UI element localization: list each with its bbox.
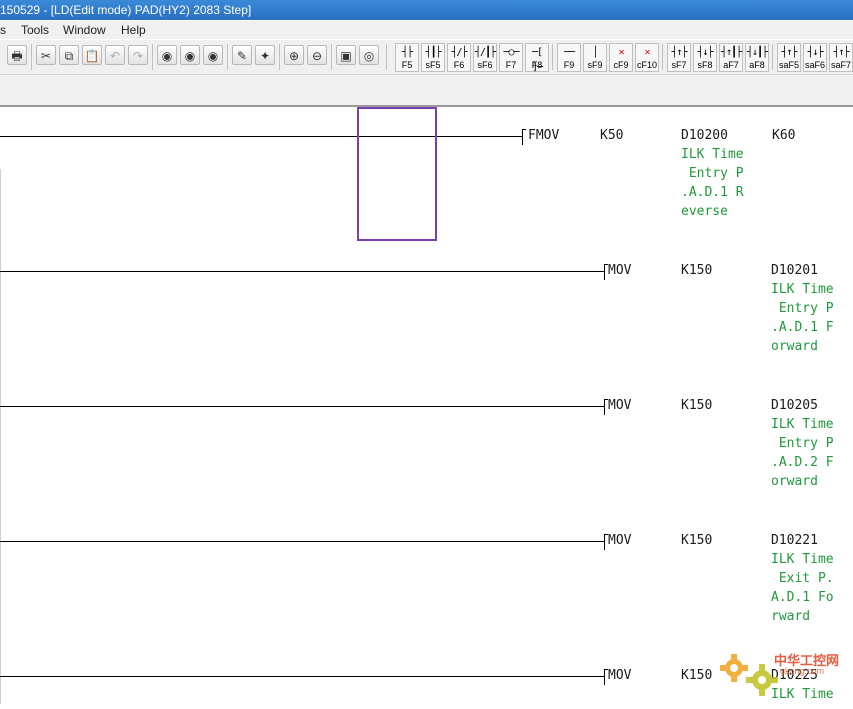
device-comment-line: .A.D.2 F — [771, 455, 834, 470]
toolbar-separator — [279, 44, 280, 70]
fkey-rising-pulse-branch[interactable]: ┤↑┃├ aF7 — [719, 43, 743, 72]
rung-line — [0, 406, 605, 407]
operand: K150 — [681, 263, 713, 278]
menu-item-partial[interactable]: s — [0, 21, 6, 39]
device-comment-line: orward — [771, 474, 818, 489]
window-title: 150529 - [LD(Edit mode) PAD(HY2) 2083 St… — [0, 3, 252, 17]
fkey-coil[interactable]: ─○─ F7 — [499, 43, 523, 72]
operand: K60 — [772, 128, 796, 143]
fkey-rising-pulse-closed-branch[interactable]: ┤↑├ saF7 — [829, 43, 853, 72]
device-operand: D10221 — [771, 533, 818, 548]
device-operand: D10205 — [771, 398, 818, 413]
fkey-falling-pulse-closed[interactable]: ┤↓├ saF6 — [803, 43, 827, 72]
fkey-delete-vertical[interactable]: ✕ cF10 — [635, 43, 659, 72]
print-icon[interactable]: 🖶 — [7, 45, 27, 65]
fkey-vertical-line[interactable]: │ sF9 — [583, 43, 607, 72]
toolbar-separator — [227, 44, 228, 70]
menu-bar: s Tools Window Help — [0, 21, 853, 39]
device-comment-line: Entry P — [681, 166, 744, 181]
device-comment-line: Exit P. — [771, 571, 834, 586]
fkey-delete-horizontal[interactable]: ✕ cF9 — [609, 43, 633, 72]
fkey-open-branch[interactable]: ┤┃├ sF5 — [421, 43, 445, 72]
cut-icon[interactable]: ✂ — [36, 45, 56, 65]
fkey-instruction[interactable]: ─[ ]─ F8 — [525, 43, 549, 73]
operand: K150 — [681, 398, 713, 413]
redo-icon[interactable]: ↷ — [128, 45, 148, 65]
device-comment-line: orward — [771, 339, 818, 354]
device-operand: D10201 — [771, 263, 818, 278]
operand: K150 — [681, 533, 713, 548]
instruction-search-icon[interactable]: ◉ — [180, 45, 200, 65]
toolbar-separator — [152, 44, 153, 70]
instruction-name: MOV — [608, 398, 632, 413]
instruction-name: MOV — [608, 533, 632, 548]
toolbar-separator — [772, 44, 773, 70]
menu-item-help[interactable]: Help — [121, 21, 146, 39]
device-comment-line: ILK Time — [771, 282, 834, 297]
device-operand: D10200 — [681, 128, 728, 143]
operand: K150 — [681, 668, 713, 683]
device-comment-line: .A.D.1 F — [771, 320, 834, 335]
toolbar-separator — [331, 44, 332, 70]
fkey-rising-pulse[interactable]: ┤↑├ sF7 — [667, 43, 691, 72]
rung-line — [0, 676, 605, 677]
device-comment-line: ILK Time — [771, 552, 834, 567]
fkey-open-contact[interactable]: ┤├ F5 — [395, 43, 419, 72]
write-icon[interactable]: ✎ — [232, 45, 252, 65]
device-comment-line: rward — [771, 609, 811, 624]
rung-line — [0, 136, 523, 137]
zoom-in-icon[interactable]: ⊕ — [284, 45, 304, 65]
rung-line — [0, 271, 605, 272]
contact-search-icon[interactable]: ◉ — [203, 45, 223, 65]
fkey-rising-pulse-closed[interactable]: ┤↑├ saF5 — [777, 43, 801, 72]
operand: K50 — [600, 128, 624, 143]
monitor-icon[interactable]: ▣ — [336, 45, 356, 65]
device-comment-line: Entry P — [771, 301, 834, 316]
instruction-name: MOV — [608, 668, 632, 683]
paste-icon[interactable]: 📋 — [82, 45, 102, 65]
toolbar-separator — [31, 44, 32, 70]
edit-cursor[interactable] — [357, 107, 437, 241]
device-comment-line: Entry P — [771, 436, 834, 451]
device-comment-line: A.D.1 Fo — [771, 590, 834, 605]
fkey-closed-contact[interactable]: ┤/├ F6 — [447, 43, 471, 72]
zoom-out-icon[interactable]: ⊖ — [307, 45, 327, 65]
device-comment-line: everse — [681, 204, 728, 219]
convert-icon[interactable]: ✦ — [255, 45, 275, 65]
copy-icon[interactable]: ⧉ — [59, 45, 79, 65]
editor-header-band — [0, 75, 853, 107]
instruction-name: FMOV — [528, 128, 560, 143]
monitor-search-icon[interactable]: ◎ — [359, 45, 379, 65]
undo-icon[interactable]: ↶ — [105, 45, 125, 65]
fkey-falling-pulse[interactable]: ┤↓├ sF8 — [693, 43, 717, 72]
menu-item-tools[interactable]: Tools — [21, 21, 49, 39]
toolbar-separator — [662, 44, 663, 70]
toolbar-separator — [386, 44, 387, 70]
toolbar-separator — [552, 44, 553, 70]
window-title-bar: 150529 - [LD(Edit mode) PAD(HY2) 2083 St… — [0, 0, 853, 20]
device-comment-line: ILK Time — [681, 147, 744, 162]
instruction-bracket — [522, 129, 526, 145]
fkey-falling-pulse-branch[interactable]: ┤↓┃├ aF8 — [745, 43, 769, 72]
fkey-closed-branch[interactable]: ┤/┃├ sF6 — [473, 43, 497, 72]
rung-line — [0, 541, 605, 542]
device-search-icon[interactable]: ◉ — [157, 45, 177, 65]
left-power-rail — [0, 169, 1, 704]
ladder-editor[interactable]: FMOV K50 D10200 K60 ILK Time Entry P .A.… — [0, 107, 853, 704]
device-comment-line: ILK Time — [771, 417, 834, 432]
fkey-horizontal-line[interactable]: ── F9 — [557, 43, 581, 72]
menu-item-window[interactable]: Window — [63, 21, 106, 39]
watermark-logo: 中华工控网 gkong.com — [718, 648, 853, 704]
device-comment-line: .A.D.1 R — [681, 185, 744, 200]
watermark-subtext: gkong.com — [780, 666, 825, 676]
instruction-name: MOV — [608, 263, 632, 278]
toolbar: 🖶 ✂ ⧉ 📋 ↶ ↷ ◉ ◉ ◉ ✎ ✦ ⊕ ⊖ ▣ ◎ ┤├ F5 ┤┃├ … — [0, 40, 853, 75]
